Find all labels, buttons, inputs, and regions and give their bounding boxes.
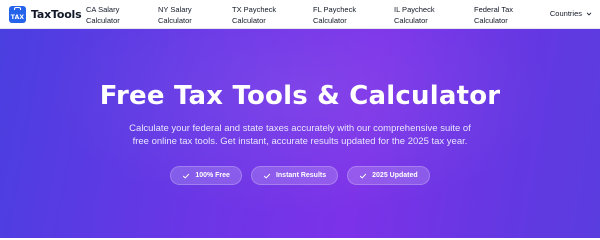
nav-link-line1: Federal Tax <box>474 5 514 14</box>
nav-link-line2: Calculator <box>313 16 347 25</box>
nav-link-line2: Calculator <box>86 16 120 25</box>
check-icon <box>263 173 271 178</box>
nav-link-ny-salary[interactable]: NY Salary Calculator <box>158 4 228 26</box>
logo-badge-text: TAX <box>10 13 25 21</box>
hero-title: Free Tax Tools & Calculator <box>99 81 501 111</box>
nav-link-il-paycheck[interactable]: IL Paycheck Calculator <box>394 4 464 26</box>
nav-link-line2: Calculator <box>474 16 508 25</box>
feature-pills: 100% Free Instant Results 2025 Updated <box>0 166 600 185</box>
nav-link-ca-salary[interactable]: CA Salary Calculator <box>86 4 156 26</box>
nav-link-fl-paycheck[interactable]: FL Paycheck Calculator <box>313 4 383 26</box>
pill-label: Instant Results <box>275 172 327 179</box>
pill-label: 2025 Updated <box>372 172 418 179</box>
nav-link-tx-paycheck[interactable]: TX Paycheck Calculator <box>232 4 302 26</box>
pill-free: 100% Free <box>170 166 242 185</box>
hero-subtitle: Calculate your federal and state taxes a… <box>129 123 471 147</box>
logo-text: TaxTools <box>31 7 82 21</box>
pill-2025-updated: 2025 Updated <box>347 166 430 185</box>
pill-instant-results: Instant Results <box>250 166 339 185</box>
nav-link-line2: Calculator <box>394 16 428 25</box>
nav-link-line2: Calculator <box>232 16 266 25</box>
clipboard-clip <box>14 6 21 10</box>
tax-badge-icon: TAX <box>9 5 26 23</box>
nav-link-line1: NY Salary <box>158 5 192 14</box>
nav-link-line1: FL Paycheck <box>313 5 357 14</box>
pill-label: 100% Free <box>195 172 230 179</box>
top-navbar: TAX TaxTools CA Salary Calculator NY Sal… <box>0 0 600 29</box>
hero-section: Free Tax Tools & Calculator Calculate yo… <box>0 29 600 238</box>
site-logo[interactable]: TAX TaxTools <box>9 5 84 23</box>
countries-label: Countries <box>549 9 582 18</box>
nav-link-line1: IL Paycheck <box>394 5 435 14</box>
nav-link-line1: CA Salary <box>86 5 120 14</box>
check-icon <box>360 173 367 178</box>
nav-link-line2: Calculator <box>158 16 192 25</box>
countries-dropdown[interactable]: Countries <box>550 9 592 18</box>
check-icon <box>183 173 190 178</box>
nav-link-federal-tax[interactable]: Federal Tax Calculator <box>474 4 544 26</box>
chevron-down-icon <box>586 12 592 15</box>
nav-link-line1: TX Paycheck <box>232 5 277 14</box>
